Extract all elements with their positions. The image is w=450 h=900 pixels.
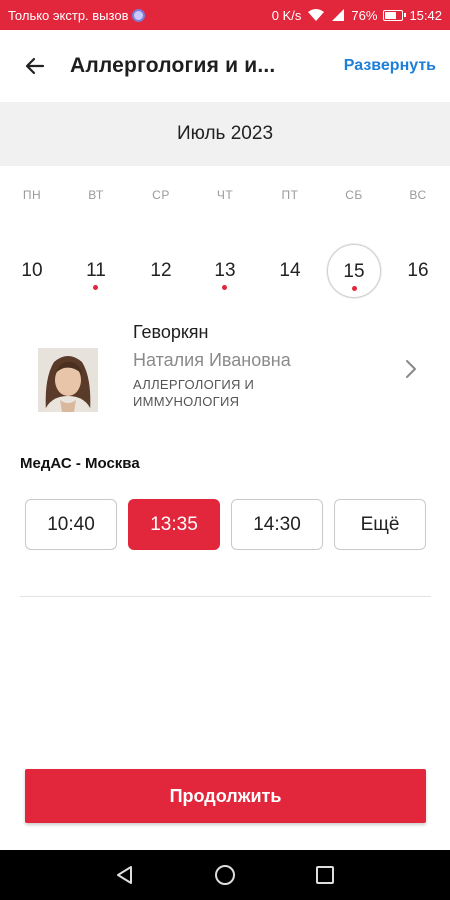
emergency-icon	[132, 8, 146, 22]
month-band: Июль 2023	[0, 102, 450, 166]
time-slot-button[interactable]: 10:40	[25, 499, 117, 550]
day-row: 10 11 12 13 14 15 16	[0, 244, 450, 304]
time-slots: 10:40 13:35 14:30 Ещё	[0, 499, 450, 551]
expand-link[interactable]: Развернуть	[344, 57, 436, 75]
day-cell-selected[interactable]: 15	[327, 244, 381, 298]
doctor-first-name: Наталия Ивановна	[133, 350, 291, 370]
status-bar: Только экстр. вызов 0 K/s 76% 15:42	[0, 0, 450, 30]
day-number: 15	[343, 261, 365, 282]
day-number: 16	[407, 260, 429, 281]
day-number: 11	[86, 260, 106, 281]
back-triangle-icon[interactable]	[113, 863, 137, 887]
doctor-last-name: Геворкян	[133, 322, 209, 342]
system-nav-bar	[0, 850, 450, 900]
continue-label: Продолжить	[169, 785, 282, 806]
more-slots-button[interactable]: Ещё	[334, 499, 426, 550]
weekday-label: ЧТ	[216, 188, 234, 202]
wifi-icon	[307, 8, 325, 22]
carrier-text: Только экстр. вызов	[8, 7, 129, 23]
header: Аллергология и и... Развернуть	[0, 30, 450, 102]
day-cell[interactable]: 10	[5, 244, 59, 298]
battery-fill	[385, 11, 397, 19]
weekday-label: ПН	[22, 188, 42, 202]
page-title: Аллергология и и...	[70, 54, 276, 77]
weekday-label: ВС	[409, 188, 427, 202]
home-circle-icon[interactable]	[213, 863, 237, 887]
time-slot-button-selected[interactable]: 13:35	[128, 499, 220, 550]
day-number: 10	[21, 260, 43, 281]
recents-square-icon[interactable]	[313, 863, 337, 887]
weekday-row: ПН ВТ СР ЧТ ПТ СБ ВС	[0, 188, 450, 214]
availability-dot	[93, 285, 98, 290]
arrow-left-icon	[25, 57, 45, 75]
continue-button[interactable]: Продолжить	[25, 769, 426, 823]
doctor-specialty: АЛЛЕРГОЛОГИЯ И ИММУНОЛОГИЯ	[133, 377, 255, 409]
status-right: 0 K/s 76% 15:42	[272, 8, 442, 23]
day-cell[interactable]: 12	[134, 244, 188, 298]
day-cell[interactable]: 16	[391, 244, 445, 298]
status-time: 15:42	[409, 7, 442, 23]
day-cell[interactable]: 11	[69, 244, 123, 298]
avatar	[38, 348, 98, 412]
weekday-label: СБ	[345, 188, 363, 202]
availability-dot	[222, 285, 227, 290]
back-button[interactable]	[0, 30, 70, 102]
day-cell[interactable]: 13	[198, 244, 252, 298]
day-number: 14	[279, 260, 301, 281]
month-title: Июль 2023	[176, 123, 274, 144]
weekday-label: ВТ	[88, 188, 104, 202]
weekday-label: СР	[152, 188, 170, 202]
divider	[20, 596, 431, 597]
clinic-name: МедАС - Москва	[20, 455, 140, 472]
time-slot-button[interactable]: 14:30	[231, 499, 323, 550]
availability-dot	[352, 286, 357, 291]
day-cell[interactable]: 14	[263, 244, 317, 298]
cell-signal-icon	[331, 8, 345, 22]
status-left: Только экстр. вызов	[8, 7, 146, 23]
day-number: 13	[214, 260, 236, 281]
battery-percent: 76%	[351, 7, 378, 23]
weekday-label: ПТ	[281, 188, 299, 202]
day-number: 12	[150, 260, 172, 281]
doctor-card[interactable]: Геворкян Наталия Ивановна АЛЛЕРГОЛОГИЯ И…	[0, 318, 450, 418]
chevron-right-icon	[406, 360, 416, 378]
net-speed: 0 K/s	[271, 7, 302, 23]
battery-icon	[383, 9, 407, 21]
